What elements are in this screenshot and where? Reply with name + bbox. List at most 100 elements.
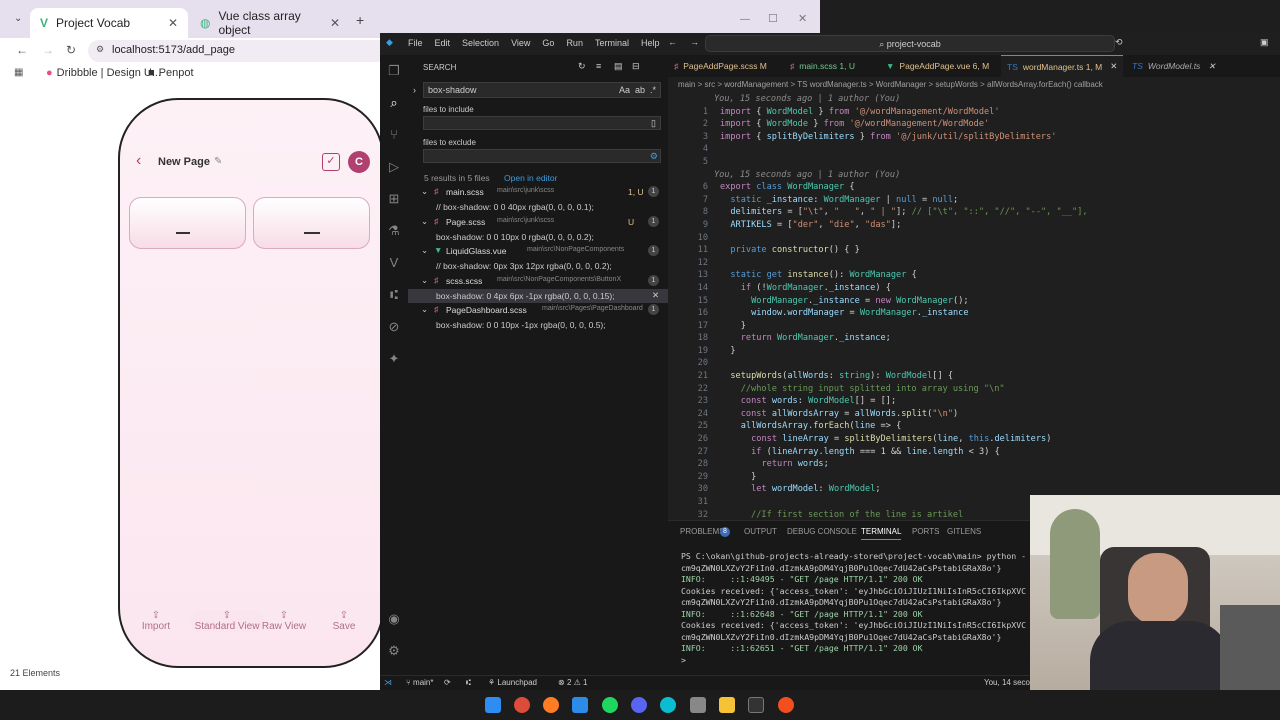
close-window-icon[interactable]: ✕ [798,12,807,25]
git-graph-icon[interactable]: ⑆ [386,287,402,303]
nav-back-icon[interactable]: ← [668,37,677,47]
glass-card-2[interactable] [253,197,370,249]
code-line[interactable]: 6 export class WordManager { [668,181,1280,194]
new-search-editor-icon[interactable]: ▤ [614,61,623,72]
book-icon[interactable]: ▯ [651,118,656,129]
back-arrow-icon[interactable]: ‹ [136,152,141,170]
code-line[interactable]: 15 WordManager._instance = new WordManag… [668,295,1280,308]
code-line[interactable]: 28 return words; [668,458,1280,471]
close-tab-icon[interactable]: ✕ [330,16,340,30]
graph-icon[interactable]: ⑆ [466,678,471,687]
firefox-icon[interactable] [543,697,559,713]
search-result-match[interactable]: // box-shadow: 0px 3px 12px rgba(0, 0, 0… [408,259,668,273]
search-result-match[interactable]: box-shadow: 0 0 10px -1px rgba(0, 0, 0, … [408,318,668,332]
chevron-down-icon[interactable]: ⌄ [421,304,428,315]
spotify-icon[interactable] [602,697,618,713]
source-control-icon[interactable]: ⑂ [386,127,402,143]
editor-tab[interactable]: ▼ PageAddPage.vue 6, M [880,55,995,77]
code-line[interactable]: 18 return WordManager._instance; [668,332,1280,345]
clear-results-icon[interactable]: ≡ [596,61,601,71]
match-word-icon[interactable]: ab [635,85,645,95]
problems-status-item[interactable]: ⊗ 2 ⚠ 1 [558,678,587,687]
remote-icon[interactable]: ⊘ [386,319,402,335]
import-button[interactable]: ⇪ Import [126,610,186,632]
code-line[interactable]: 5 [668,156,1280,169]
save-button[interactable]: ⇪ Save [314,610,374,632]
terminal-icon[interactable] [748,697,764,713]
breadcrumb[interactable]: main > src > wordManagement > TS wordMan… [678,80,1103,89]
file-explorer-icon[interactable] [719,697,735,713]
layout-icon[interactable]: ▣ [1260,37,1269,48]
toggle-replace-icon[interactable]: › [413,85,416,95]
discord-icon[interactable] [631,697,647,713]
editor-tab[interactable]: ♯ PageAddPage.scss M [668,55,773,77]
close-tab-icon[interactable]: ✕ [1110,61,1117,72]
code-line[interactable]: 21 setupWords(allWords: string): WordMod… [668,370,1280,383]
chevron-down-icon[interactable]: ⌄ [421,216,428,227]
reload-icon[interactable]: ↻ [66,43,76,57]
copilot-chat-icon[interactable]: ✦ [386,351,402,367]
panel-tab[interactable]: TERMINAL [861,527,902,540]
panel-tab[interactable]: DEBUG CONSOLE [787,527,857,536]
code-line[interactable]: 23 const words: WordModel[] = []; [668,395,1280,408]
code-line[interactable]: 25 allWordsArray.forEach(line => { [668,420,1280,433]
search-result-file[interactable]: ⌄ ▼ LiquidGlass.vue main\src\NonPageCompone… [408,245,668,259]
exclude-settings-icon[interactable]: ⚙ [650,151,658,162]
raw-view-button[interactable]: ⇪ Raw View [254,610,314,632]
editor-tab[interactable]: ♯ main.scss 1, U [784,55,861,77]
code-line[interactable]: 9 ARTIKELS = ["der", "die", "das"]; [668,219,1280,232]
refresh-icon[interactable]: ↻ [578,61,586,72]
search-icon[interactable]: ⌕ [386,95,402,111]
panel-tab[interactable]: PROBLEMS [680,527,724,536]
code-line[interactable]: 8 delimiters = ["\t", " ", " | "]; // ["… [668,206,1280,219]
code-line[interactable]: 2 import { WordMode } from '@/wordManagem… [668,118,1280,131]
start-icon[interactable] [485,697,501,713]
menu-terminal[interactable]: Terminal [595,38,629,48]
edit-pencil-icon[interactable]: ✎ [214,156,222,167]
include-input[interactable]: ▯ [423,116,661,130]
chevron-down-icon[interactable]: ⌄ [421,275,428,286]
url-field[interactable]: ⚙ localhost:5173/add_page [88,40,388,62]
minimize-icon[interactable]: — [740,14,750,25]
checkbox-icon[interactable]: ✓ [322,153,340,171]
site-info-icon[interactable]: ⚙ [96,44,104,55]
exclude-input[interactable]: ⚙ [423,149,661,163]
code-line[interactable]: 4 [668,143,1280,156]
code-line[interactable]: 13 static get instance(): WordManager { [668,269,1280,282]
code-line[interactable]: 11 private constructor() { } [668,244,1280,257]
code-line[interactable]: 17 } [668,320,1280,333]
panel-tab[interactable]: OUTPUT [744,527,777,536]
chrome-icon[interactable] [514,697,530,713]
settings-gear-icon[interactable]: ⚙ [386,643,402,659]
panel-tab[interactable]: PORTS [912,527,939,536]
testing-icon[interactable]: ⚗ [386,223,402,239]
bookmark-dribbble[interactable]: ● Dribbble | Design U... [46,67,161,79]
dismiss-match-icon[interactable]: ✕ [652,290,659,301]
code-line[interactable]: 20 [668,357,1280,370]
settings-icon[interactable] [690,697,706,713]
menu-selection[interactable]: Selection [462,38,499,48]
edge-icon[interactable] [660,697,676,713]
search-result-file[interactable]: ⌄ ♯ Page.scss main\src\junk\scss U 1 [408,215,668,230]
menu-go[interactable]: Go [542,38,554,48]
tab-list-icon[interactable]: ⌄ [14,13,22,24]
forward-icon[interactable]: → [42,43,54,57]
menu-edit[interactable]: Edit [435,38,451,48]
menu-run[interactable]: Run [566,38,583,48]
collapse-all-icon[interactable]: ⊟ [632,61,640,72]
open-in-editor-link[interactable]: Open in editor [504,173,557,183]
account-icon[interactable]: ◉ [386,611,402,627]
code-line[interactable]: 29 } [668,471,1280,484]
apps-grid-icon[interactable]: ▦ [14,67,23,78]
sync-icon[interactable]: ⟳ [444,678,451,687]
code-line[interactable]: 12 [668,257,1280,270]
menu-help[interactable]: Help [641,38,660,48]
code-line[interactable]: 19 } [668,345,1280,358]
branch-item[interactable]: ⑂ main* [406,678,433,687]
bookmark-penpot[interactable]: ■ Penpot [148,67,194,79]
search-result-match[interactable]: // box-shadow: 0 0 40px rgba(0, 0, 0, 0.… [408,200,668,214]
maximize-icon[interactable]: ☐ [768,12,778,25]
close-tab-icon[interactable]: ✕ [168,16,178,30]
search-result-match[interactable]: box-shadow: 0 0 10px 0 rgba(0, 0, 0, 0.2… [408,230,668,244]
nav-forward-icon[interactable]: → [690,37,699,47]
